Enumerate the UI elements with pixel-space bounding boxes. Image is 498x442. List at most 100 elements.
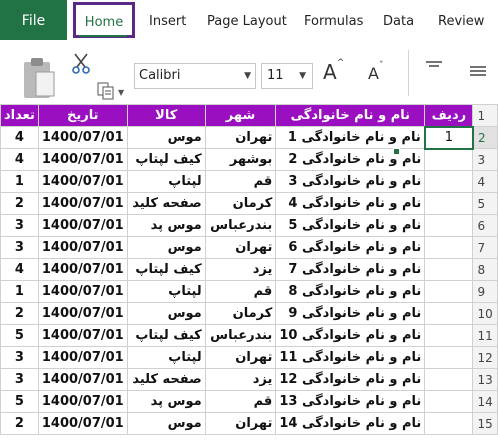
cell-fullname[interactable]: نام و نام خانوادگی 12 bbox=[275, 368, 426, 391]
cell-city[interactable]: کرمان bbox=[204, 192, 277, 215]
cell-fullname[interactable]: نام و نام خانوادگی 7 bbox=[275, 258, 426, 281]
tab-review[interactable]: Review bbox=[438, 0, 484, 42]
cell-date[interactable]: 1400/07/01 bbox=[37, 346, 128, 369]
cell-date[interactable]: 1400/07/01 bbox=[37, 390, 128, 413]
font-size-box[interactable]: 11 ▼ bbox=[261, 63, 313, 89]
align-top-icon[interactable] bbox=[425, 60, 443, 74]
font-name-box[interactable]: Calibri ▼ bbox=[134, 63, 256, 89]
cell-date[interactable]: 1400/07/01 bbox=[37, 148, 128, 171]
cell-item[interactable]: لپتاپ bbox=[126, 346, 206, 369]
cell-city[interactable]: تهران bbox=[204, 346, 277, 369]
cell-fullname[interactable]: نام و نام خانوادگی 3 bbox=[275, 170, 426, 193]
tab-file[interactable]: File bbox=[0, 0, 67, 40]
cell-item[interactable]: موس bbox=[126, 302, 206, 325]
cell-city[interactable]: تهران bbox=[204, 412, 277, 435]
cell-row-index[interactable] bbox=[424, 368, 474, 391]
copy-dropdown-caret-icon[interactable]: ▼ bbox=[118, 88, 124, 97]
cell-row-index[interactable] bbox=[424, 214, 474, 237]
cell-count[interactable]: 2 bbox=[0, 302, 39, 325]
tab-insert[interactable]: Insert bbox=[149, 0, 186, 42]
cell-row-index[interactable] bbox=[424, 280, 474, 303]
row-header[interactable]: 9 bbox=[472, 280, 498, 303]
cell-row-index[interactable] bbox=[424, 390, 474, 413]
cell-item[interactable]: موس پد bbox=[126, 214, 206, 237]
fill-handle[interactable] bbox=[393, 148, 400, 155]
cell-row-index[interactable] bbox=[424, 236, 474, 259]
cell-city[interactable]: قم bbox=[204, 390, 277, 413]
row-header[interactable]: 11 bbox=[472, 324, 498, 347]
cell-item[interactable]: کیف لپتاپ bbox=[126, 324, 206, 347]
cell-date[interactable]: 1400/07/01 bbox=[37, 412, 128, 435]
cell-row-index[interactable] bbox=[424, 324, 474, 347]
header-cell-count[interactable]: تعداد bbox=[0, 104, 39, 127]
row-header[interactable]: 4 bbox=[472, 170, 498, 193]
cell-row-index[interactable] bbox=[424, 302, 474, 325]
shrink-font-icon[interactable]: Aˇ bbox=[368, 61, 383, 83]
tab-home[interactable]: Home bbox=[73, 2, 135, 38]
cell-date[interactable]: 1400/07/01 bbox=[37, 170, 128, 193]
cell-fullname[interactable]: نام و نام خانوادگی 10 bbox=[275, 324, 426, 347]
cell-count[interactable]: 4 bbox=[0, 126, 39, 149]
cell-count[interactable]: 3 bbox=[0, 214, 39, 237]
cell-item[interactable]: لپتاپ bbox=[126, 280, 206, 303]
cell-row-index[interactable] bbox=[424, 170, 474, 193]
cell-item[interactable]: کیف لپتاپ bbox=[126, 258, 206, 281]
cell-fullname[interactable]: نام و نام خانوادگی 6 bbox=[275, 236, 426, 259]
cell-count[interactable]: 3 bbox=[0, 346, 39, 369]
row-header[interactable]: 13 bbox=[472, 368, 498, 391]
cell-count[interactable]: 1 bbox=[0, 280, 39, 303]
header-cell-fullname[interactable]: نام و نام خانوادگی bbox=[275, 104, 426, 127]
copy-icon[interactable] bbox=[97, 82, 115, 100]
cell-fullname[interactable]: نام و نام خانوادگی 1 bbox=[275, 126, 426, 149]
chevron-down-icon[interactable]: ▼ bbox=[244, 64, 251, 88]
cell-count[interactable]: 4 bbox=[0, 258, 39, 281]
cell-date[interactable]: 1400/07/01 bbox=[37, 236, 128, 259]
cell-city[interactable]: کرمان bbox=[204, 302, 277, 325]
cell-date[interactable]: 1400/07/01 bbox=[37, 280, 128, 303]
cell-item[interactable]: موس bbox=[126, 236, 206, 259]
row-header[interactable]: 14 bbox=[472, 390, 498, 413]
cell-date[interactable]: 1400/07/01 bbox=[37, 126, 128, 149]
cell-fullname[interactable]: نام و نام خانوادگی 8 bbox=[275, 280, 426, 303]
tab-data[interactable]: Data bbox=[383, 0, 414, 42]
cell-item[interactable]: صفحه کلید bbox=[126, 368, 206, 391]
cell-date[interactable]: 1400/07/01 bbox=[37, 302, 128, 325]
cell-date[interactable]: 1400/07/01 bbox=[37, 214, 128, 237]
paste-icon[interactable] bbox=[22, 56, 56, 100]
header-cell-row-index[interactable]: ردیف bbox=[424, 104, 474, 127]
header-cell-city[interactable]: شهر bbox=[204, 104, 277, 127]
grow-font-icon[interactable]: A^ bbox=[323, 58, 344, 84]
cell-count[interactable]: 4 bbox=[0, 148, 39, 171]
cell-fullname[interactable]: نام و نام خانوادگی 11 bbox=[275, 346, 426, 369]
row-header[interactable]: 10 bbox=[472, 302, 498, 325]
cell-row-index[interactable] bbox=[424, 192, 474, 215]
header-cell-date[interactable]: تاریخ bbox=[37, 104, 128, 127]
cell-item[interactable]: کیف لپتاپ bbox=[126, 148, 206, 171]
row-header[interactable]: 12 bbox=[472, 346, 498, 369]
cell-count[interactable]: 2 bbox=[0, 412, 39, 435]
selected-cell[interactable]: 1 bbox=[423, 125, 474, 150]
cell-count[interactable]: 3 bbox=[0, 368, 39, 391]
align-middle-icon[interactable] bbox=[468, 64, 488, 78]
cell-row-index[interactable] bbox=[424, 148, 474, 171]
cell-city[interactable]: یزد bbox=[204, 258, 277, 281]
row-header[interactable]: 8 bbox=[472, 258, 498, 281]
tab-formulas[interactable]: Formulas bbox=[304, 0, 363, 42]
cell-date[interactable]: 1400/07/01 bbox=[37, 324, 128, 347]
cell-date[interactable]: 1400/07/01 bbox=[37, 368, 128, 391]
row-header[interactable]: 6 bbox=[472, 214, 498, 237]
row-header[interactable]: 5 bbox=[472, 192, 498, 215]
cell-count[interactable]: 1 bbox=[0, 170, 39, 193]
cell-city[interactable]: بندرعباس bbox=[204, 214, 277, 237]
cell-city[interactable]: قم bbox=[204, 280, 277, 303]
cell-count[interactable]: 5 bbox=[0, 324, 39, 347]
cell-row-index[interactable] bbox=[424, 258, 474, 281]
cell-item[interactable]: لپتاپ bbox=[126, 170, 206, 193]
chevron-down-icon[interactable]: ▼ bbox=[299, 64, 306, 88]
cell-date[interactable]: 1400/07/01 bbox=[37, 258, 128, 281]
cell-count[interactable]: 5 bbox=[0, 390, 39, 413]
cell-item[interactable]: موس bbox=[126, 126, 206, 149]
cut-icon[interactable] bbox=[70, 52, 92, 74]
cell-city[interactable]: قم bbox=[204, 170, 277, 193]
cell-fullname[interactable]: نام و نام خانوادگی 2 bbox=[275, 148, 426, 171]
